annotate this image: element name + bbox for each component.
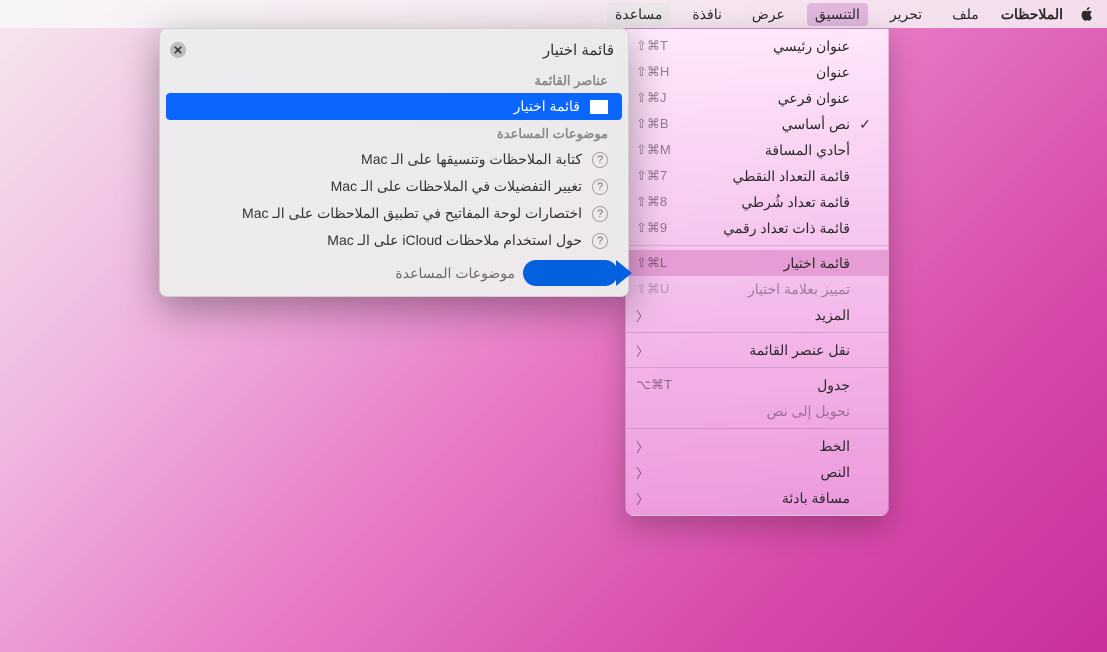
apple-menu-icon[interactable] bbox=[1077, 5, 1095, 23]
shortcut-label: ⇧⌘J bbox=[636, 90, 666, 106]
text-label: تحويل إلى نص bbox=[767, 403, 850, 420]
text-label: النص bbox=[820, 464, 850, 481]
menu-item-numbered[interactable]: قائمة ذات تعداد رقمي ⇧⌘9 bbox=[626, 215, 888, 241]
text-label: نقل عنصر القائمة bbox=[749, 342, 850, 359]
menu-file[interactable]: ملف bbox=[944, 3, 987, 26]
menu-format[interactable]: التنسيق bbox=[807, 3, 868, 26]
help-search-panel: قائمة اختيار عناصر القائمة قائمة اختيار … bbox=[159, 28, 629, 297]
text-label: المزيد bbox=[815, 307, 850, 324]
text-label: أحادي المسافة bbox=[765, 142, 850, 159]
menu-glyph-icon bbox=[590, 100, 608, 114]
menu-item-text[interactable]: النص 〈 bbox=[626, 459, 888, 485]
help-search-input[interactable]: قائمة اختيار bbox=[196, 41, 618, 59]
help-topic-item[interactable]: ? حول استخدام ملاحظات iCloud على الـ Mac bbox=[160, 227, 628, 254]
menubar: الملاحظات ملف تحرير التنسيق عرض نافذة مس… bbox=[0, 0, 1107, 28]
help-result-label: قائمة اختيار bbox=[180, 98, 580, 115]
text-label: تمييز بعلامة اختيار bbox=[748, 281, 850, 298]
chevron-left-icon: 〈 bbox=[636, 341, 649, 360]
help-topic-icon: ? bbox=[592, 233, 608, 249]
menu-item-convert-to-text: تحويل إلى نص bbox=[626, 398, 888, 424]
text-label: قائمة ذات تعداد رقمي bbox=[723, 220, 850, 237]
chevron-left-icon: 〈 bbox=[636, 437, 649, 456]
menu-separator bbox=[626, 428, 888, 429]
help-topic-label: كتابة الملاحظات وتنسيقها على الـ Mac bbox=[180, 151, 582, 168]
menu-item-mark: تمييز بعلامة اختيار ⇧⌘U bbox=[626, 276, 888, 302]
section-help-topics: موضوعات المساعدة bbox=[160, 120, 628, 146]
help-topic-icon: ? bbox=[592, 179, 608, 195]
help-topic-label: حول استخدام ملاحظات iCloud على الـ Mac bbox=[180, 232, 582, 249]
text-label: الخط bbox=[820, 438, 850, 455]
text-label: عنوان bbox=[816, 64, 850, 81]
menu-item-table[interactable]: جدول ⌥⌘T bbox=[626, 372, 888, 398]
menu-item-title[interactable]: عنوان رئيسي ⇧⌘T bbox=[626, 33, 888, 59]
menu-item-body[interactable]: ✓ نص أساسي ⇧⌘B bbox=[626, 111, 888, 137]
menu-item-checklist[interactable]: قائمة اختيار ⇧⌘L bbox=[626, 250, 888, 276]
shortcut-label: ⇧⌘M bbox=[636, 142, 671, 158]
shortcut-label: ⇧⌘T bbox=[636, 38, 668, 54]
help-topic-icon: ? bbox=[592, 152, 608, 168]
menu-item-move-list-item[interactable]: نقل عنصر القائمة 〈 bbox=[626, 337, 888, 363]
menu-item-monospaced[interactable]: أحادي المسافة ⇧⌘M bbox=[626, 137, 888, 163]
text-label: جدول bbox=[817, 377, 850, 394]
shortcut-label: ⇧⌘U bbox=[636, 281, 669, 297]
help-topic-item[interactable]: ? كتابة الملاحظات وتنسيقها على الـ Mac bbox=[160, 146, 628, 173]
section-menu-items: عناصر القائمة bbox=[160, 67, 628, 93]
shortcut-label: ⇧⌘7 bbox=[636, 168, 667, 184]
chevron-left-icon: 〈 bbox=[636, 489, 649, 508]
menu-item-dashed[interactable]: قائمة تعداد شُرطي ⇧⌘8 bbox=[626, 189, 888, 215]
text-label: مسافة بادئة bbox=[782, 490, 850, 507]
shortcut-label: ⌥⌘T bbox=[636, 377, 672, 393]
menu-item-bulleted[interactable]: قائمة التعداد النقطي ⇧⌘7 bbox=[626, 163, 888, 189]
format-menu-dropdown: عنوان رئيسي ⇧⌘T عنوان ⇧⌘H عنوان فرعي ⇧⌘J… bbox=[625, 28, 889, 516]
help-topic-label: تغيير التفضيلات في الملاحظات على الـ Mac bbox=[180, 178, 582, 195]
menu-window[interactable]: نافذة bbox=[684, 3, 730, 26]
menu-item-indent[interactable]: مسافة بادئة 〈 bbox=[626, 485, 888, 511]
menu-item-heading[interactable]: عنوان ⇧⌘H bbox=[626, 59, 888, 85]
help-topic-label: اختصارات لوحة المفاتيح في تطبيق الملاحظا… bbox=[180, 205, 582, 222]
help-footer: موضوعات المساعدة bbox=[160, 260, 628, 286]
help-topic-item[interactable]: ? تغيير التفضيلات في الملاحظات على الـ M… bbox=[160, 173, 628, 200]
text-label: عنوان فرعي bbox=[778, 90, 850, 107]
help-pointer-pill[interactable] bbox=[523, 260, 618, 286]
menu-separator bbox=[626, 332, 888, 333]
help-search-row: قائمة اختيار bbox=[160, 37, 628, 67]
menu-edit[interactable]: تحرير bbox=[882, 3, 930, 26]
text-label: عنوان رئيسي bbox=[773, 38, 850, 55]
shortcut-label: ⇧⌘B bbox=[636, 116, 669, 132]
checkmark-icon: ✓ bbox=[858, 116, 872, 133]
menu-help[interactable]: مساعدة bbox=[607, 3, 670, 26]
menu-separator bbox=[626, 245, 888, 246]
menu-item-more[interactable]: المزيد 〈 bbox=[626, 302, 888, 328]
shortcut-label: ⇧⌘L bbox=[636, 255, 667, 271]
menu-view[interactable]: عرض bbox=[744, 3, 793, 26]
menu-item-font[interactable]: الخط 〈 bbox=[626, 433, 888, 459]
shortcut-label: ⇧⌘8 bbox=[636, 194, 667, 210]
shortcut-label: ⇧⌘H bbox=[636, 64, 669, 80]
menu-item-subheading[interactable]: عنوان فرعي ⇧⌘J bbox=[626, 85, 888, 111]
help-topic-item[interactable]: ? اختصارات لوحة المفاتيح في تطبيق الملاح… bbox=[160, 200, 628, 227]
help-topic-icon: ? bbox=[592, 206, 608, 222]
chevron-left-icon: 〈 bbox=[636, 463, 649, 482]
chevron-left-icon: 〈 bbox=[636, 306, 649, 325]
menu-separator bbox=[626, 367, 888, 368]
clear-search-icon[interactable] bbox=[170, 42, 186, 58]
text-label: نص أساسي bbox=[782, 116, 850, 133]
help-footer-text: موضوعات المساعدة bbox=[395, 265, 515, 282]
text-label: قائمة التعداد النقطي bbox=[733, 168, 850, 185]
shortcut-label: ⇧⌘9 bbox=[636, 220, 667, 236]
text-label: قائمة تعداد شُرطي bbox=[741, 194, 850, 211]
text-label: قائمة اختيار bbox=[784, 255, 850, 272]
app-name[interactable]: الملاحظات bbox=[1001, 6, 1063, 23]
help-result-menu-item[interactable]: قائمة اختيار bbox=[166, 93, 622, 120]
